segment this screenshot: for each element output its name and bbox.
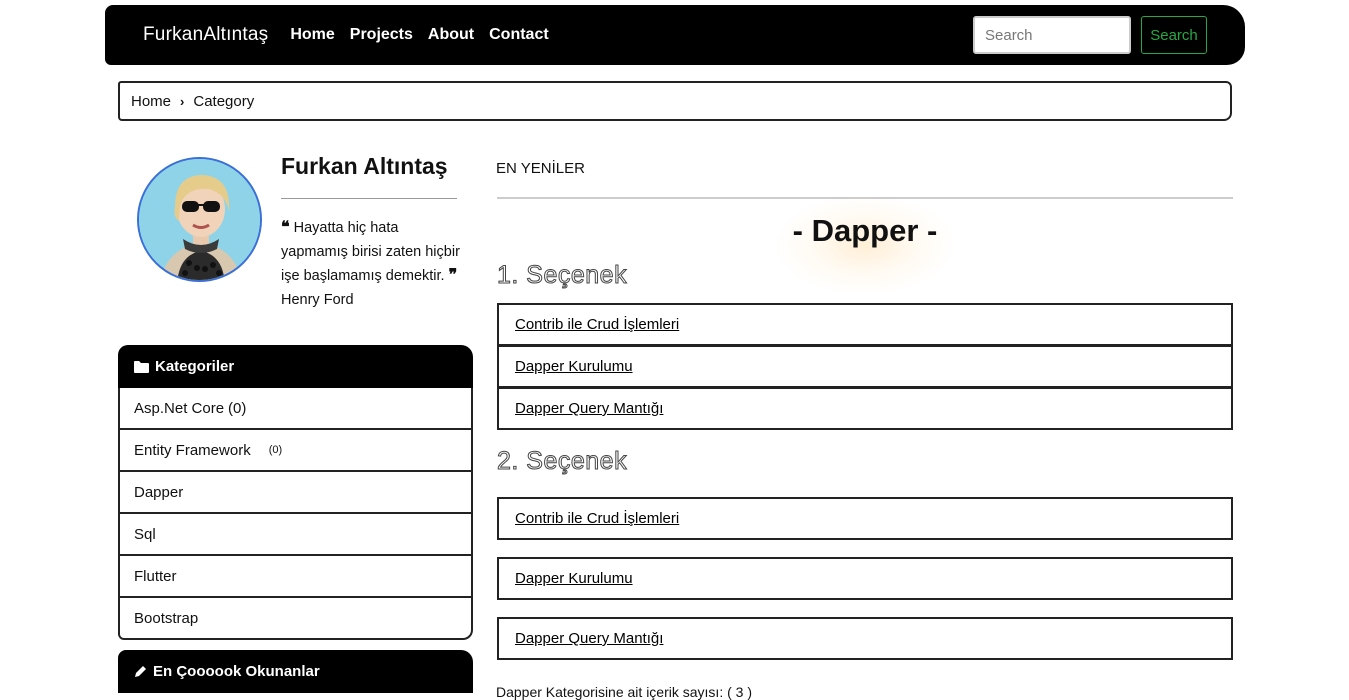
- page-title: - Dapper -: [792, 213, 938, 248]
- option-1-title: 1. Seçenek: [496, 261, 628, 290]
- nav-links: Home Projects About Contact: [290, 26, 548, 44]
- folder-icon: [134, 360, 149, 373]
- brand-logo[interactable]: FurkanAltıntaş: [143, 24, 268, 46]
- category-label: Dapper: [134, 483, 184, 501]
- option-2-link-2[interactable]: Dapper Kurulumu: [497, 557, 1233, 600]
- category-item-dapper[interactable]: Dapper: [118, 472, 473, 514]
- pencil-icon: [135, 666, 146, 677]
- avatar-portrait-image: [139, 159, 260, 280]
- breadcrumb-current: Category: [193, 92, 255, 110]
- categories-title: Kategoriler: [155, 358, 235, 375]
- option-2-title: 2. Seçenek: [496, 447, 628, 476]
- breadcrumb-home[interactable]: Home: [131, 93, 171, 110]
- option-1-link-3[interactable]: Dapper Query Mantığı: [497, 387, 1233, 430]
- category-item-bootstrap[interactable]: Bootstrap: [118, 598, 473, 640]
- category-label: Asp.Net Core: [134, 399, 225, 417]
- quote-text: Hayatta hiç hata yapmamış birisi zaten h…: [281, 220, 460, 284]
- avatar: [137, 157, 262, 282]
- categories-panel: Kategoriler Asp.Net Core (0) Entity Fram…: [118, 345, 473, 640]
- post-link[interactable]: Dapper Query Mantığı: [515, 400, 663, 417]
- profile-divider: [281, 198, 457, 199]
- post-link[interactable]: Dapper Query Mantığı: [515, 630, 663, 647]
- category-item-flutter[interactable]: Flutter: [118, 556, 473, 598]
- search-input[interactable]: [973, 16, 1131, 54]
- category-label: Sql: [134, 525, 156, 543]
- category-count: (0): [268, 444, 283, 456]
- quote-close-icon: ❞: [448, 267, 458, 284]
- category-count-text: Dapper Kategorisine ait içerik sayısı: (…: [496, 684, 752, 700]
- search-form: Search: [973, 16, 1207, 54]
- post-link[interactable]: Contrib ile Crud İşlemleri: [515, 316, 679, 333]
- nav-about-link[interactable]: About: [428, 26, 474, 44]
- nav-projects-link[interactable]: Projects: [350, 26, 413, 44]
- post-link[interactable]: Contrib ile Crud İşlemleri: [515, 510, 679, 527]
- breadcrumb-chevron-icon: ›: [180, 93, 185, 109]
- category-label: Bootstrap: [134, 609, 199, 627]
- category-item-entity-framework[interactable]: Entity Framework (0): [118, 430, 473, 472]
- nav-home-link[interactable]: Home: [290, 26, 334, 44]
- category-item-sql[interactable]: Sql: [118, 514, 473, 556]
- category-item-aspnet-core[interactable]: Asp.Net Core (0): [118, 388, 473, 430]
- profile-quote: ❝ Hayatta hiç hata yapmamış birisi zaten…: [281, 216, 461, 312]
- latest-label: EN YENİLER: [496, 160, 585, 177]
- breadcrumb: Home › Category: [118, 81, 1232, 121]
- option-2-link-1[interactable]: Contrib ile Crud İşlemleri: [497, 497, 1233, 540]
- option-2-link-3[interactable]: Dapper Query Mantığı: [497, 617, 1233, 660]
- popular-title: En Çoooook Okunanlar: [153, 663, 320, 680]
- option-1-link-2[interactable]: Dapper Kurulumu: [497, 345, 1233, 388]
- category-label: Flutter: [134, 567, 177, 585]
- top-navbar: FurkanAltıntaş Home Projects About Conta…: [105, 5, 1245, 65]
- search-button[interactable]: Search: [1141, 16, 1207, 54]
- category-label: Entity Framework: [134, 441, 251, 459]
- post-link[interactable]: Dapper Kurulumu: [515, 570, 633, 587]
- quote-author: Henry Ford: [281, 292, 354, 308]
- category-count: (0): [228, 399, 247, 417]
- post-link[interactable]: Dapper Kurulumu: [515, 358, 633, 375]
- categories-header: Kategoriler: [118, 345, 473, 388]
- nav-contact-link[interactable]: Contact: [489, 26, 549, 44]
- popular-panel: En Çoooook Okunanlar: [118, 650, 473, 693]
- profile-name: Furkan Altıntaş: [281, 153, 448, 179]
- quote-open-icon: ❝: [281, 219, 290, 236]
- option-1-link-1[interactable]: Contrib ile Crud İşlemleri: [497, 303, 1233, 346]
- popular-header: En Çoooook Okunanlar: [118, 650, 473, 693]
